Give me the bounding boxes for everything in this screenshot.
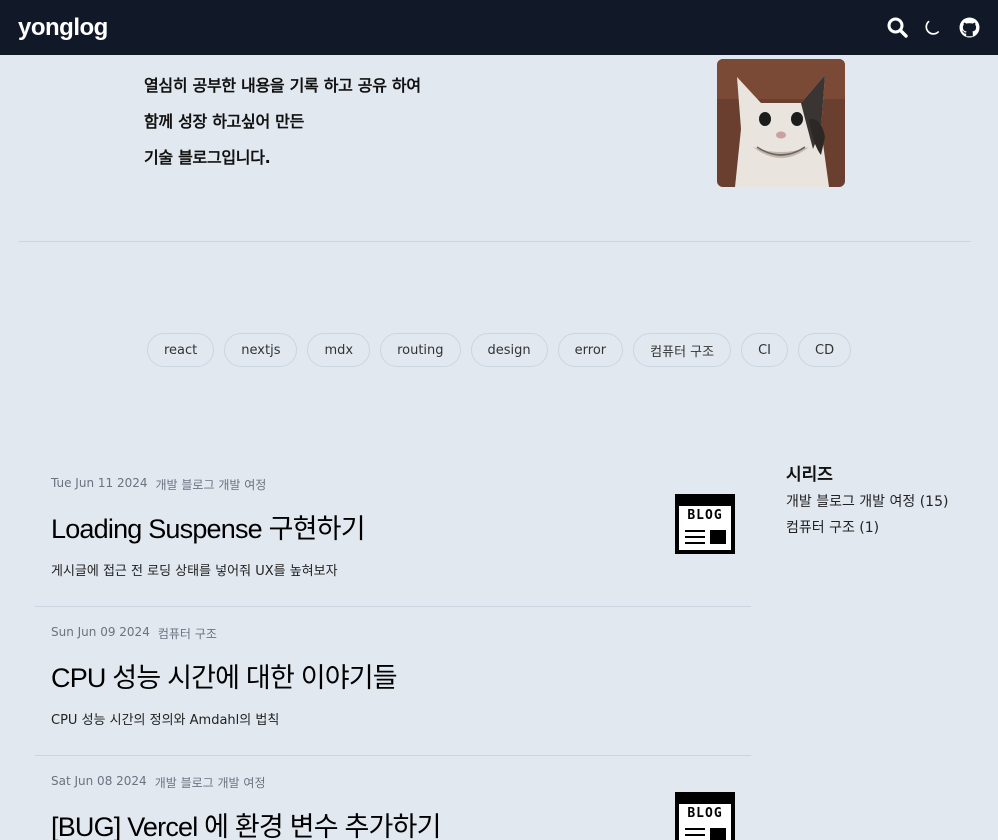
post-title[interactable]: CPU 성능 시간에 대한 이야기들 xyxy=(51,656,751,695)
blog-thumbnail[interactable]: BLOG xyxy=(675,494,735,554)
intro-line: 함께 성장 하고싶어 만든 xyxy=(144,112,305,131)
post-category[interactable]: 개발 블로그 개발 여정 xyxy=(155,774,266,791)
profile-avatar xyxy=(717,59,845,187)
tag-chip[interactable]: error xyxy=(557,333,624,367)
post-meta: Tue Jun 11 2024 개발 블로그 개발 여정 xyxy=(51,476,751,493)
tag-chip[interactable]: CD xyxy=(798,333,852,367)
blog-thumbnail-label: BLOG xyxy=(687,806,723,821)
moon-icon[interactable] xyxy=(922,17,944,39)
tag-chip[interactable]: 컴퓨터 구조 xyxy=(633,333,732,367)
post-title[interactable]: [BUG] Vercel 에 환경 변수 추가하기 xyxy=(51,805,751,840)
post-meta: Sat Jun 08 2024 개발 블로그 개발 여정 xyxy=(51,774,751,791)
post-item[interactable]: Sun Jun 09 2024 컴퓨터 구조 CPU 성능 시간에 대한 이야기… xyxy=(51,625,751,728)
post-category[interactable]: 개발 블로그 개발 여정 xyxy=(156,476,267,493)
series-sidebar: 시리즈 개발 블로그 개발 여정 (15) 컴퓨터 구조 (1) xyxy=(786,460,948,537)
series-title: 시리즈 xyxy=(786,465,833,485)
post-divider xyxy=(35,606,751,607)
post-item[interactable]: Sat Jun 08 2024 개발 블로그 개발 여정 [BUG] Verce… xyxy=(51,774,751,840)
site-logo[interactable]: yonglog xyxy=(18,14,108,42)
intro-text: 열심히 공부한 내용을 기록 하고 공유 하여 함께 성장 하고싶어 만든 기술… xyxy=(144,68,421,176)
post-date: Sat Jun 08 2024 xyxy=(51,774,147,788)
intro-line: 열심히 공부한 내용을 기록 하고 공유 하여 xyxy=(144,76,421,95)
post-description: CPU 성능 시간의 정의와 Amdahl의 법칙 xyxy=(51,713,280,728)
navbar-actions xyxy=(886,17,980,39)
post-date: Sun Jun 09 2024 xyxy=(51,625,150,639)
tag-chip[interactable]: routing xyxy=(380,333,461,367)
blog-thumbnail-label: BLOG xyxy=(687,508,723,523)
series-item[interactable]: 개발 블로그 개발 여정 (15) xyxy=(786,491,948,511)
intro-line: 기술 블로그입니다. xyxy=(144,148,271,167)
blog-thumbnail[interactable]: BLOG xyxy=(675,792,735,840)
tag-chip[interactable]: mdx xyxy=(307,333,371,367)
post-title[interactable]: Loading Suspense 구현하기 xyxy=(51,507,751,546)
post-category[interactable]: 컴퓨터 구조 xyxy=(158,625,217,642)
post-date: Tue Jun 11 2024 xyxy=(51,476,148,490)
post-description: 게시글에 접근 전 로딩 상태를 넣어줘 UX를 높혀보자 xyxy=(51,564,338,579)
search-icon[interactable] xyxy=(886,17,908,39)
tag-chip[interactable]: design xyxy=(470,333,548,367)
post-item[interactable]: Tue Jun 11 2024 개발 블로그 개발 여정 Loading Sus… xyxy=(51,476,751,579)
github-icon[interactable] xyxy=(958,17,980,39)
tag-list: react nextjs mdx routing design error 컴퓨… xyxy=(147,333,852,367)
series-item[interactable]: 컴퓨터 구조 (1) xyxy=(786,517,948,537)
post-divider xyxy=(35,755,751,756)
tag-chip[interactable]: react xyxy=(147,333,215,367)
top-navbar: yonglog xyxy=(0,0,998,55)
tag-chip[interactable]: CI xyxy=(741,333,789,367)
tag-chip[interactable]: nextjs xyxy=(224,333,298,367)
section-divider xyxy=(19,241,971,242)
post-meta: Sun Jun 09 2024 컴퓨터 구조 xyxy=(51,625,751,642)
